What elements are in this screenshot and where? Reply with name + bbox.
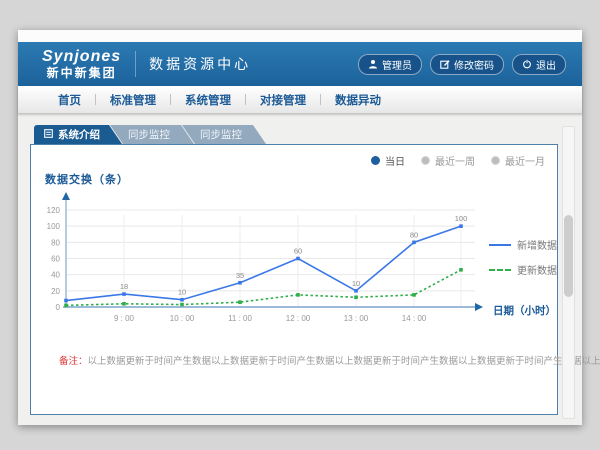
app-header: Synjones 新中新集团 数据资源中心 管理员 修改密码	[18, 42, 582, 86]
power-icon	[522, 59, 532, 69]
svg-text:11 : 00: 11 : 00	[228, 314, 252, 323]
svg-text:18: 18	[120, 282, 128, 291]
tab-bar: 系统介绍 同步监控 同步监控	[34, 125, 266, 144]
svg-text:60: 60	[294, 247, 302, 256]
legend-label: 新增数据	[517, 237, 557, 252]
svg-text:100: 100	[455, 214, 468, 223]
brand-logo: Synjones 新中新集团	[42, 49, 121, 79]
radio-label: 当日	[385, 153, 405, 168]
svg-text:100: 100	[47, 222, 61, 231]
svg-text:0: 0	[56, 303, 61, 312]
svg-text:80: 80	[51, 238, 60, 247]
svg-text:60: 60	[51, 255, 60, 264]
svg-text:13 : 00: 13 : 00	[344, 314, 369, 323]
nav-item-integration-mgmt[interactable]: 对接管理	[246, 92, 320, 108]
svg-text:80: 80	[410, 230, 418, 239]
radio-dot	[371, 156, 380, 165]
svg-text:12 : 00: 12 : 00	[286, 314, 311, 323]
header-divider	[135, 51, 136, 77]
radio-last-month[interactable]: 最近一月	[491, 153, 545, 168]
content-area: 系统介绍 同步监控 同步监控 当日 最近一周	[18, 114, 582, 425]
scrollbar-thumb[interactable]	[564, 215, 573, 297]
svg-text:10 : 00: 10 : 00	[170, 314, 195, 323]
chart-panel: 当日 最近一周 最近一月 数据交换（条） 0 20 40 60 80 100 120 9 : …	[30, 144, 558, 415]
radio-label: 最近一周	[435, 153, 475, 168]
nav-item-home[interactable]: 首页	[44, 92, 95, 108]
browser-page: Synjones 新中新集团 数据资源中心 管理员 修改密码	[18, 30, 582, 425]
document-icon	[44, 129, 53, 141]
footnote-label: 备注：	[59, 356, 88, 367]
svg-text:10: 10	[178, 288, 186, 297]
main-nav: 首页 标准管理 系统管理 对接管理 数据异动	[18, 86, 582, 114]
svg-text:20: 20	[51, 287, 60, 296]
radio-label: 最近一月	[505, 153, 545, 168]
radio-dot	[421, 156, 430, 165]
logout-button[interactable]: 退出	[512, 54, 566, 75]
nav-item-system-mgmt[interactable]: 系统管理	[171, 92, 245, 108]
x-axis-title: 日期（小时）	[493, 303, 556, 318]
y-axis-title: 数据交换（条）	[45, 171, 129, 187]
legend-updated-data[interactable]: 更新数据	[489, 262, 557, 277]
tab-sync-monitor-1[interactable]: 同步监控	[110, 125, 194, 144]
date-range-filter: 当日 最近一周 最近一月	[371, 153, 545, 168]
svg-text:35: 35	[236, 271, 244, 280]
svg-text:10: 10	[352, 279, 360, 288]
chart-legend: 新增数据 更新数据	[489, 237, 557, 277]
change-password-label: 修改密码	[454, 57, 494, 72]
user-icon	[368, 59, 378, 69]
page-top-strip	[18, 30, 582, 42]
tab-label: 同步监控	[128, 127, 170, 142]
brand-logo-text: Synjones	[42, 49, 121, 65]
scrollbar-track[interactable]	[562, 126, 575, 419]
footnote: 备注：以上数据更新于时间产生数据以上数据更新于时间产生数据以上数据更新于时间产生…	[59, 353, 600, 367]
tab-label: 同步监控	[200, 127, 242, 142]
line-chart: 0 20 40 60 80 100 120 9 : 00 10 : 00 11 : 00 12 : …	[31, 190, 559, 342]
radio-last-week[interactable]: 最近一周	[421, 153, 475, 168]
page-title: 数据资源中心	[149, 54, 251, 74]
radio-dot	[491, 156, 500, 165]
svg-text:120: 120	[47, 206, 61, 215]
nav-item-data-changes[interactable]: 数据异动	[321, 92, 395, 108]
tab-sync-monitor-2[interactable]: 同步监控	[182, 125, 266, 144]
radio-today[interactable]: 当日	[371, 153, 405, 168]
change-password-button[interactable]: 修改密码	[430, 54, 504, 75]
svg-text:14 : 00: 14 : 00	[402, 314, 427, 323]
legend-swatch	[489, 269, 511, 271]
svg-text:40: 40	[51, 271, 60, 280]
admin-user-button[interactable]: 管理员	[358, 54, 422, 75]
admin-user-label: 管理员	[382, 57, 412, 72]
legend-new-data[interactable]: 新增数据	[489, 237, 557, 252]
desktop-background: Synjones 新中新集团 数据资源中心 管理员 修改密码	[0, 0, 600, 450]
legend-swatch	[489, 244, 511, 246]
svg-text:9 : 00: 9 : 00	[114, 314, 135, 323]
tab-label: 系统介绍	[58, 127, 100, 142]
edit-icon	[440, 59, 450, 69]
header-actions: 管理员 修改密码 退出	[358, 54, 566, 75]
brand-logo-subtext: 新中新集团	[42, 67, 121, 79]
footnote-text: 以上数据更新于时间产生数据以上数据更新于时间产生数据以上数据更新于时间产生数据以…	[88, 356, 600, 367]
legend-label: 更新数据	[517, 262, 557, 277]
tab-system-intro[interactable]: 系统介绍	[34, 125, 122, 144]
logout-label: 退出	[536, 57, 556, 72]
nav-item-standard-mgmt[interactable]: 标准管理	[96, 92, 170, 108]
